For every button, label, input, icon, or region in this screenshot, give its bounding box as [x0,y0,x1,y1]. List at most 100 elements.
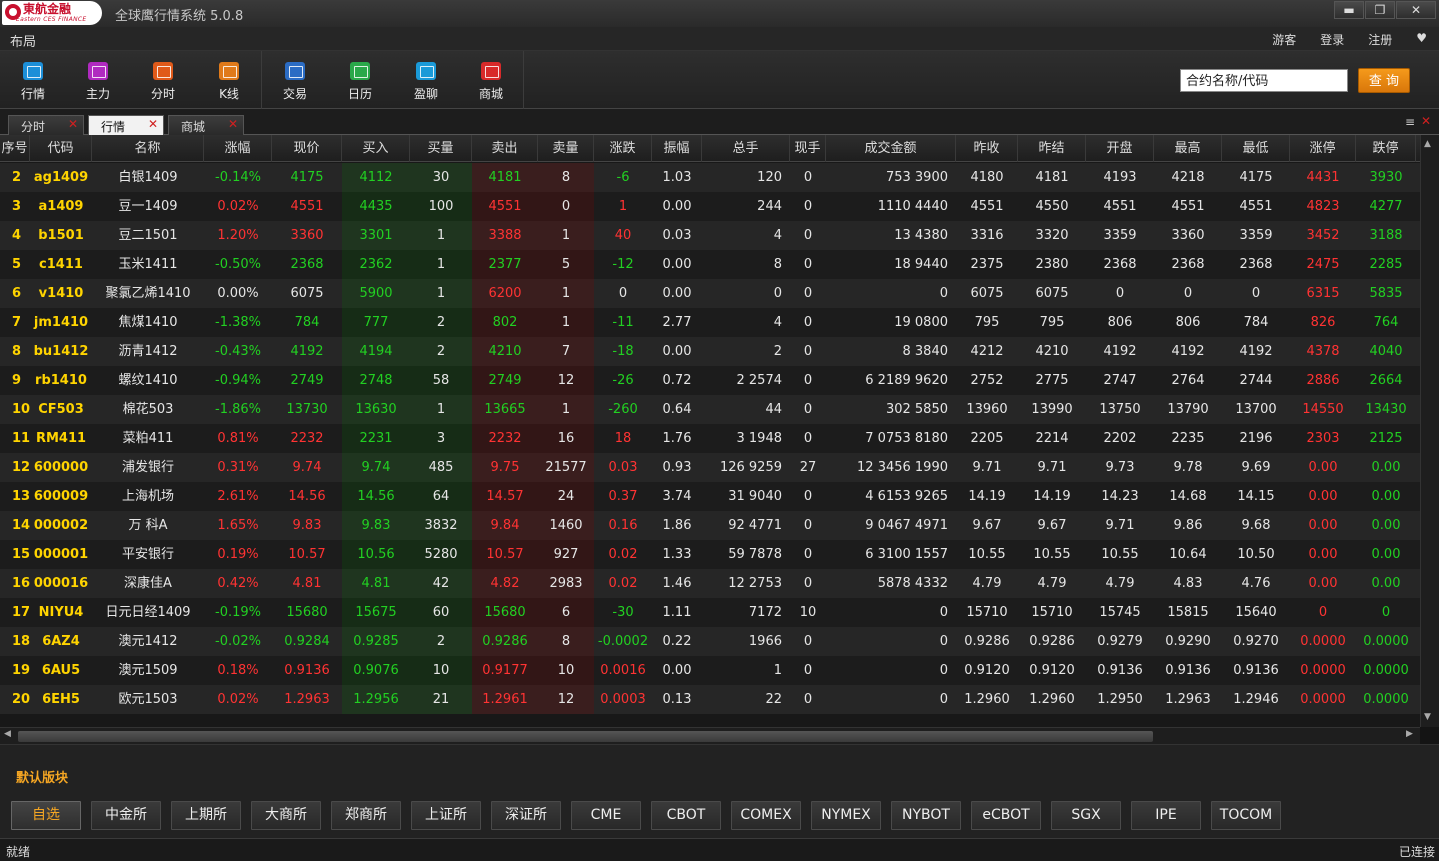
login-link[interactable]: 登录 [1320,31,1344,48]
table-row[interactable]: 11 RM411 菜粕411 0.81% 2232 2231 3 2232 16 18 1.76 3 … [0,424,1420,453]
column-header[interactable]: 最高 [1154,135,1222,162]
column-header[interactable]: 卖量 [538,135,594,162]
table-cell: 1.2946 [1233,692,1279,707]
table-row[interactable]: 3 a1409 豆一1409 0.02% 4551 4435 100 4551 0 1 0.00 24… [0,192,1420,221]
horizontal-scrollbar[interactable]: ◀ ▶ [0,727,1420,744]
scroll-left-icon[interactable]: ◀ [4,729,11,739]
table-cell: 6315 [1306,286,1340,301]
market-button[interactable]: CBOT [651,801,721,830]
market-button[interactable]: SGX [1051,801,1121,830]
column-header[interactable]: 昨收 [956,135,1018,162]
column-header[interactable]: 涨停 [1290,135,1356,162]
market-button[interactable]: eCBOT [971,801,1041,830]
minimize-button[interactable]: ▬ [1334,1,1364,19]
table-row[interactable]: 17 NIYU4 日元日经1409 -0.19% 15680 15675 60 15680 6-… [0,598,1420,627]
table-cell: 16 [12,576,30,591]
table-row[interactable]: 13 600009 上海机场 2.61% 14.56 14.56 64 14.57 24 0.37… [0,482,1420,511]
table-cell: 豆二1501 [118,228,178,243]
column-header[interactable]: 序号 [0,135,30,162]
table-row[interactable]: 7 jm1410 焦煤1410 -1.38% 784 777 2 802 1 -11 2.77 4 0 1… [0,308,1420,337]
column-header[interactable]: 现手 [790,135,826,162]
scroll-right-icon[interactable]: ▶ [1406,729,1413,739]
table-cell: -30 [612,605,634,620]
tab-close-icon[interactable]: ✕ [228,117,238,131]
column-header[interactable]: 代码 [30,135,92,162]
column-header[interactable]: 最低 [1222,135,1290,162]
table-row[interactable]: 12 600000 浦发银行 0.31% 9.74 9.74 485 9.75 21577 0.0… [0,453,1420,482]
column-header[interactable]: 昨结 [1018,135,1086,162]
market-button[interactable]: 郑商所 [331,801,401,830]
table-cell: 0 [803,170,813,185]
market-button[interactable]: 上期所 [171,801,241,830]
column-header[interactable]: 买入 [342,135,410,162]
title-bar[interactable]: 東航金融 Eastern CES FINANCE 全球鹰行情系统 5.0.8 ▬… [0,0,1439,27]
table-row[interactable]: 14 000002 万 科A 1.65% 9.83 9.83 3832 9.84 1460 0.1… [0,511,1420,540]
table-row[interactable]: 2 ag1409 白银1409 -0.14% 4175 4112 30 4181 8 -6 1.03… [0,163,1420,192]
query-button[interactable]: 查 询 [1358,68,1410,93]
scroll-down-icon[interactable]: ▼ [1424,712,1431,722]
market-button[interactable]: IPE [1131,801,1201,830]
tab-0[interactable]: 分时 ✕ [8,115,84,135]
column-header[interactable]: 开盘 [1086,135,1154,162]
tab-1[interactable]: 行情 ✕ [88,115,164,135]
table-cell: 螺纹1410 [118,373,178,388]
column-header[interactable]: 成交金额 [826,135,956,162]
restore-button[interactable]: ❐ [1365,1,1395,19]
table-row[interactable]: 20 6EH5 欧元1503 0.02% 1.2963 1.2956 21 1.2961 12 0… [0,685,1420,714]
table-cell: 13630 [342,395,410,424]
market-button[interactable]: TOCOM [1211,801,1281,830]
tab-close-icon[interactable]: ✕ [148,117,158,131]
table-cell: 13 [12,489,30,504]
table-row[interactable]: 5 c1411 玉米1411 -0.50% 2368 2362 1 2377 5 -12 0.00 8… [0,250,1420,279]
column-header[interactable]: 涨跌 [594,135,652,162]
market-button[interactable]: 中金所 [91,801,161,830]
table-row[interactable]: 19 6AU5 澳元1509 0.18% 0.9136 0.9076 10 0.9177 10 0… [0,656,1420,685]
table-row[interactable]: 8 bu1412 沥青1412 -0.43% 4192 4194 2 4210 7 -18 0.00… [0,337,1420,366]
table-cell: 600000 [33,460,89,475]
market-button[interactable]: 上证所 [411,801,481,830]
market-button[interactable]: 深证所 [491,801,561,830]
column-header[interactable]: 买量 [410,135,472,162]
column-header[interactable]: 跌停 [1356,135,1416,162]
table-row[interactable]: 16 000016 深康佳A 0.42% 4.81 4.81 42 4.82 2983 0.02 1… [0,569,1420,598]
table-cell: 9.83 [292,518,322,533]
table-cell: 302 5850 [885,402,948,417]
column-header[interactable]: 卖出 [472,135,538,162]
table-row[interactable]: 15 000001 平安银行 0.19% 10.57 10.56 5280 10.57 927 0… [0,540,1420,569]
table-cell: 豆一1409 [118,199,178,214]
market-button[interactable]: COMEX [731,801,801,830]
search-input[interactable]: 合约名称/代码 [1180,69,1348,92]
table-row[interactable]: 4 b1501 豆二1501 1.20% 3360 3301 1 3388 1 40 0.03 4 0 1… [0,221,1420,250]
market-button[interactable]: NYMEX [811,801,881,830]
column-header[interactable]: 现价 [272,135,342,162]
register-link[interactable]: 注册 [1368,31,1392,48]
vertical-scrollbar[interactable]: ▲ ▼ [1420,135,1439,727]
column-header[interactable]: 总手 [702,135,790,162]
tab-close-all-icon[interactable]: ✕ [1421,114,1431,128]
favorite-icon[interactable]: ♥ [1416,31,1427,48]
guest-link[interactable]: 游客 [1272,31,1296,48]
table-row[interactable]: 6 v1410 聚氯乙烯1410 0.00% 6075 5900 1 6200 1 0 0.00 0 0… [0,279,1420,308]
table-row[interactable]: 10 CF503 棉花503 -1.86% 13730 13630 1 13665 1 -260 0… [0,395,1420,424]
table-row[interactable]: 18 6AZ4 澳元1412 -0.02% 0.9284 0.9285 2 0.9286 8 -0… [0,627,1420,656]
column-header[interactable]: 名称 [92,135,204,162]
column-header[interactable]: 涨幅 [204,135,272,162]
tab-2[interactable]: 商城 ✕ [168,115,244,135]
table-cell: 0 [618,286,628,301]
tab-close-icon[interactable]: ✕ [68,117,78,131]
scroll-up-icon[interactable]: ▲ [1424,139,1431,149]
table-cell: 玉米1411 [118,257,178,272]
tab-list-icon[interactable]: ≡ [1405,115,1415,129]
market-button[interactable]: CME [571,801,641,830]
menu-layout[interactable]: 布局 [10,31,36,50]
market-button[interactable]: 自选 [11,801,81,830]
market-button[interactable]: 大商所 [251,801,321,830]
table-cell: 15745 [1099,605,1141,620]
table-row[interactable]: 9 rb1410 螺纹1410 -0.94% 2749 2748 58 2749 12 -26 0.… [0,366,1420,395]
horizontal-scroll-thumb[interactable] [18,731,1153,742]
table-cell: 2125 [1369,431,1403,446]
market-button[interactable]: NYBOT [891,801,961,830]
table-cell: 0.00 [662,199,692,214]
column-header[interactable]: 振幅 [652,135,702,162]
close-button[interactable]: ✕ [1396,1,1436,19]
